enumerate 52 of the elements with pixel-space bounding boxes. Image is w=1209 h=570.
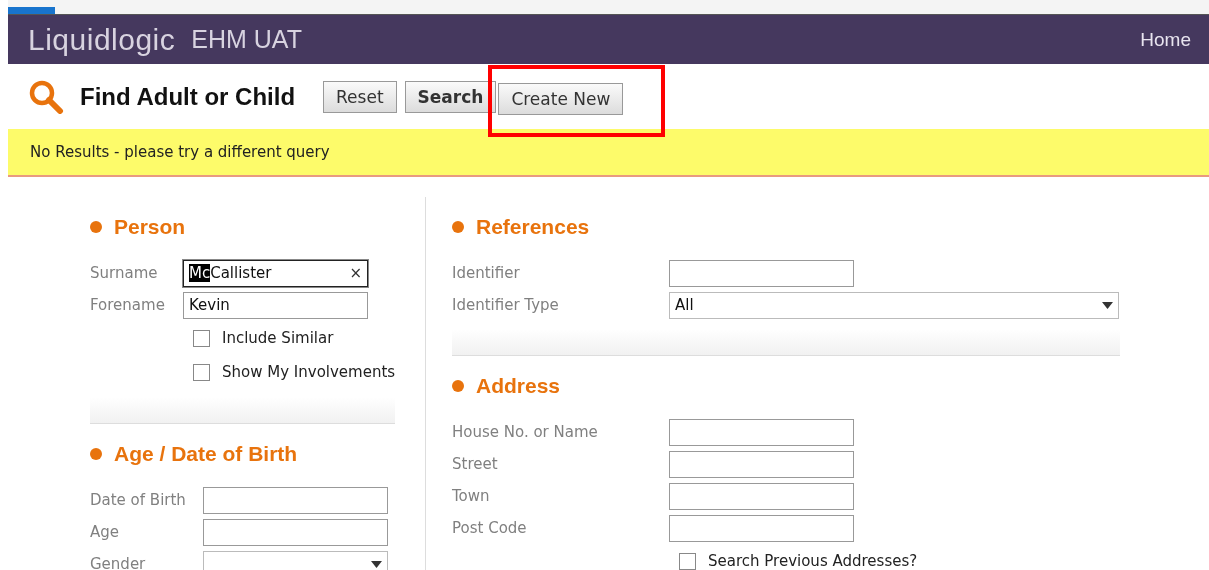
message-bar: No Results - please try a different query: [8, 129, 1209, 177]
input-field[interactable]: [669, 514, 854, 542]
field-label: Identifier Type: [452, 296, 560, 314]
field-value: Kevin: [189, 296, 230, 314]
checkbox-label: Show My Involvements: [222, 363, 396, 381]
caret-icon: [371, 560, 382, 568]
toolbar-button[interactable]: Create New: [498, 82, 624, 115]
input-field[interactable]: [669, 482, 854, 510]
section-heading: Person: [114, 215, 186, 239]
selected-text: Mc: [189, 264, 211, 282]
field-label: Town: [452, 487, 491, 505]
bullet-icon: [452, 221, 464, 233]
environment-name: EHM UAT: [191, 25, 302, 54]
input-field[interactable]: McCallister ×: [183, 259, 368, 287]
input-field[interactable]: [669, 259, 854, 287]
bullet-icon: [90, 448, 102, 460]
field-label: Post Code: [452, 519, 528, 537]
field-label: Forename: [90, 296, 166, 314]
field-label: House No. or Name: [452, 423, 599, 441]
dropdown-field[interactable]: [203, 550, 388, 570]
checkbox[interactable]: [193, 329, 210, 347]
field-label: Age: [90, 523, 120, 541]
checkbox-label: Include Similar: [222, 329, 334, 347]
dropdown-field[interactable]: All: [669, 291, 1119, 319]
caret-icon: [1102, 301, 1113, 309]
field-label: Date of Birth: [90, 491, 187, 509]
input-field[interactable]: [669, 450, 854, 478]
bullet-icon: [90, 221, 102, 233]
bullet-icon: [452, 380, 464, 392]
field-label: Street: [452, 455, 499, 473]
nav-link[interactable]: Home: [1140, 28, 1191, 51]
checkbox-label: Search Previous Addresses?: [708, 552, 918, 570]
logo: Liquidlogic: [28, 22, 176, 57]
field-value: Callister: [210, 264, 272, 282]
checkbox[interactable]: [679, 552, 696, 570]
section-heading: References: [476, 215, 590, 239]
input-field[interactable]: Kevin: [183, 291, 368, 319]
input-field[interactable]: [669, 418, 854, 446]
toolbar-button[interactable]: Reset: [323, 80, 397, 113]
field-label: Gender: [90, 555, 147, 570]
field-label: Identifier: [452, 264, 521, 282]
input-field[interactable]: [203, 518, 388, 546]
search-icon: [28, 79, 64, 114]
page-title: Find Adult or Child: [80, 82, 296, 111]
toolbar-button[interactable]: Search: [404, 80, 497, 113]
section-heading: Address: [476, 374, 561, 398]
section-heading: Age / Date of Birth: [114, 442, 298, 466]
input-field[interactable]: [203, 486, 388, 514]
clear-button[interactable]: ×: [349, 264, 362, 282]
tab-marker: [8, 7, 55, 14]
field-label: Surname: [90, 264, 159, 282]
checkbox[interactable]: [193, 363, 210, 381]
